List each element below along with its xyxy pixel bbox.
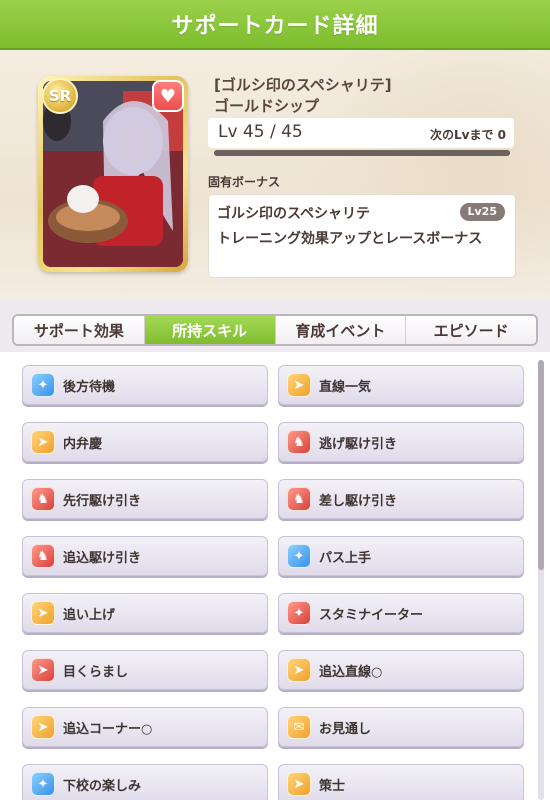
level-progress-bar	[214, 150, 510, 156]
heart-icon: ♥	[159, 85, 177, 107]
skill-item[interactable]: ✦ 後方待機	[22, 365, 268, 405]
gold-runner-icon: ➤	[287, 772, 311, 796]
skill-label: 差し駆け引き	[319, 493, 398, 509]
skill-item[interactable]: ✉ お見通し	[278, 707, 524, 747]
tab-episodes[interactable]: エピソード	[406, 316, 536, 344]
skill-label: 追込駆け引き	[63, 550, 142, 566]
skill-label: 先行駆け引き	[63, 493, 142, 509]
skill-item[interactable]: ➤ 追い上げ	[22, 593, 268, 633]
skill-item[interactable]: ✦ 下校の楽しみ	[22, 764, 268, 800]
unique-bonus-name: ゴルシ印のスペシャリテ	[217, 206, 371, 222]
red-runner-icon: ➤	[31, 658, 55, 682]
skill-label: 目くらまし	[63, 664, 129, 680]
skill-item[interactable]: ✦ スタミナイーター	[278, 593, 524, 633]
skill-item[interactable]: ♞ 先行駆け引き	[22, 479, 268, 519]
skill-item[interactable]: ✦ パス上手	[278, 536, 524, 576]
level-text: Lv 45 / 45	[218, 122, 303, 142]
gold-runner-icon: ➤	[287, 373, 311, 397]
skill-label: スタミナイーター	[319, 607, 424, 623]
unique-bonus-level-badge: Lv25	[459, 203, 505, 221]
skill-item[interactable]: ➤ 目くらまし	[22, 650, 268, 690]
skill-item[interactable]: ➤ 追込コーナー○	[22, 707, 268, 747]
next-level-label: 次のLvまで 0	[430, 128, 506, 142]
skill-item[interactable]: ➤ 追込直線○	[278, 650, 524, 690]
level-box: Lv 45 / 45 次のLvまで 0	[208, 118, 514, 148]
skill-item[interactable]: ♞ 差し駆け引き	[278, 479, 524, 519]
skill-label: 下校の楽しみ	[63, 778, 142, 794]
support-card-detail-screen: サポートカード詳細 SR ♥ [ゴルシ印のスペシャリテ] ゴールドシップ Lv …	[0, 0, 550, 800]
skill-item[interactable]: ➤ 直線一気	[278, 365, 524, 405]
gold-runner-icon: ➤	[31, 601, 55, 625]
skill-label: 追込コーナー○	[63, 721, 153, 737]
gold-runner-icon: ➤	[31, 715, 55, 739]
skill-label: パス上手	[319, 550, 372, 566]
red-horse-icon: ♞	[287, 487, 311, 511]
card-title: [ゴルシ印のスペシャリテ]	[214, 76, 392, 94]
scroll-thumb[interactable]	[538, 360, 544, 570]
red-horse-icon: ♞	[31, 544, 55, 568]
unique-bonus-box: ゴルシ印のスペシャリテ Lv25 トレーニング効果アップとレースボーナス	[208, 194, 516, 278]
skills-list: ✦ 後方待機 ➤ 直線一気 ➤ 内弁慶 ♞ 逃げ駆け引き ♞ 先行駆け引き ♞ …	[0, 352, 550, 800]
red-horse-icon: ♞	[287, 430, 311, 454]
skill-label: 逃げ駆け引き	[319, 436, 398, 452]
unique-bonus-heading: 固有ボーナス	[208, 175, 281, 189]
gold-runner-icon: ➤	[31, 430, 55, 454]
blue-sparkle-icon: ✦	[31, 772, 55, 796]
header-bar: サポートカード詳細	[0, 0, 550, 50]
tab-bar: サポート効果 所持スキル 育成イベント エピソード	[12, 314, 538, 346]
skill-item[interactable]: ♞ 逃げ駆け引き	[278, 422, 524, 462]
skill-label: 追い上げ	[63, 607, 116, 623]
gold-runner-icon: ➤	[287, 658, 311, 682]
gold-horn-icon: ✉	[287, 715, 311, 739]
tab-bar-area: サポート効果 所持スキル 育成イベント エピソード	[0, 300, 550, 360]
level-progress-fill	[214, 150, 510, 156]
tab-support-effects[interactable]: サポート効果	[14, 316, 145, 344]
page-title: サポートカード詳細	[171, 14, 379, 39]
skill-item[interactable]: ♞ 追込駆け引き	[22, 536, 268, 576]
favorite-button[interactable]: ♥	[152, 80, 184, 112]
character-name: ゴールドシップ	[214, 97, 320, 115]
blue-sparkle-icon: ✦	[287, 544, 311, 568]
skill-label: 直線一気	[319, 379, 372, 395]
blue-sparkle-icon: ✦	[31, 373, 55, 397]
red-sparkle-icon: ✦	[287, 601, 311, 625]
tab-owned-skills[interactable]: 所持スキル	[144, 316, 276, 344]
tab-training-events[interactable]: 育成イベント	[275, 316, 407, 344]
rarity-badge: SR	[42, 78, 78, 114]
skill-item[interactable]: ➤ 内弁慶	[22, 422, 268, 462]
skill-label: 追込直線○	[319, 664, 383, 680]
skill-label: 内弁慶	[63, 436, 103, 452]
skill-label: 策士	[319, 778, 346, 794]
skill-label: 後方待機	[63, 379, 116, 395]
red-horse-icon: ♞	[31, 487, 55, 511]
skill-item[interactable]: ➤ 策士	[278, 764, 524, 800]
skill-label: お見通し	[319, 721, 372, 737]
scrollbar[interactable]	[538, 360, 544, 800]
unique-bonus-description: トレーニング効果アップとレースボーナス	[217, 231, 483, 247]
